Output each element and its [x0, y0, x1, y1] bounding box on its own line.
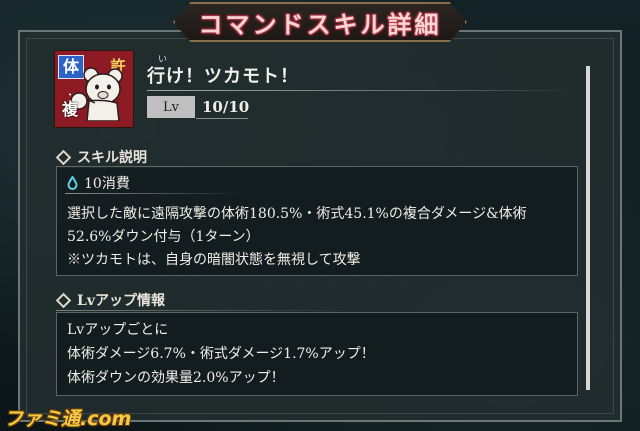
description-heading: スキル説明 [55, 147, 147, 167]
levelup-line: Lvアップごとに [67, 322, 169, 338]
scrollbar-thumb[interactable] [586, 66, 590, 390]
description-panel: 10消費 選択した敵に遠隔攻撃の体術180.5%・術式45.1%の複合ダメージ&… [56, 166, 578, 276]
level-label: Lv [147, 96, 195, 118]
level-value: 10/10 [202, 98, 250, 116]
divider [65, 193, 245, 194]
description-heading-text: スキル説明 [77, 150, 147, 166]
target-badge: 複 [61, 100, 78, 119]
cost-row: 10消費 [67, 173, 130, 193]
drop-icon [67, 176, 78, 190]
description-line: ※ツカモトは、自身の暗闇状態を無視して攻撃 [67, 252, 361, 268]
levelup-panel: Lvアップごとに 体術ダメージ6.7%・術式ダメージ1.7%アップ！ 体術ダウン… [56, 312, 578, 396]
divider [196, 118, 248, 119]
description-line: 52.6%ダウン付与（1ターン） [67, 229, 260, 245]
levelup-heading-text: Lvアップ情報 [77, 293, 165, 309]
levelup-line: 体術ダメージ6.7%・術式ダメージ1.7%アップ！ [67, 346, 375, 362]
description-line: 選択した敵に遠隔攻撃の体術180.5%・術式45.1%の複合ダメージ&体術 [67, 206, 527, 222]
skill-name: 行け！ツカモト！ [147, 66, 299, 87]
scrollbar[interactable] [586, 66, 590, 390]
divider [147, 90, 577, 91]
skill-icon: 体 許 複 [54, 50, 134, 128]
levelup-line: 体術ダウンの効果量2.0%アップ！ [67, 370, 285, 386]
diamond-icon [55, 149, 72, 165]
page-title: コマンドスキル詳細 [198, 10, 442, 39]
diamond-icon [55, 292, 72, 308]
watermark-logo: ファミ通.com [4, 408, 132, 430]
cost-text: 10消費 [84, 176, 130, 192]
title-banner: コマンドスキル詳細 [173, 2, 467, 42]
divider [56, 310, 356, 311]
levelup-heading: Lvアップ情報 [55, 290, 165, 310]
